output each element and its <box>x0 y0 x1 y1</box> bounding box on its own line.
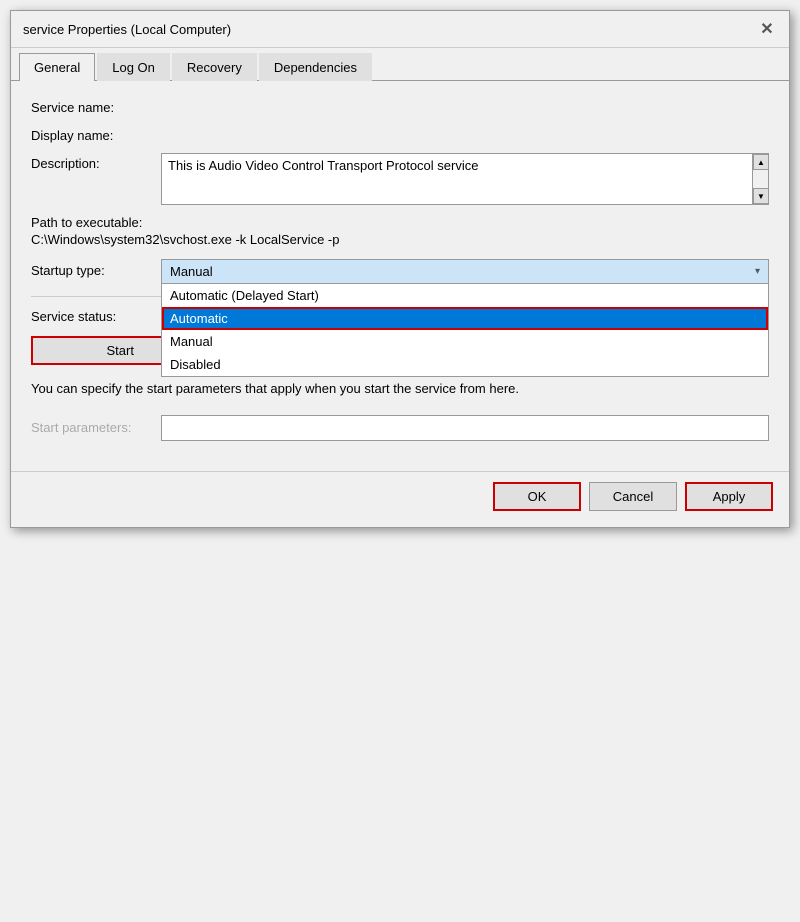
scroll-down-arrow[interactable]: ▼ <box>753 188 769 204</box>
description-label: Description: <box>31 153 161 171</box>
apply-button[interactable]: Apply <box>685 482 773 511</box>
option-manual[interactable]: Manual <box>162 330 768 353</box>
dropdown-selected-value[interactable]: Manual ▾ <box>161 259 769 284</box>
tab-general[interactable]: General <box>19 53 95 81</box>
start-params-row: Start parameters: <box>31 415 769 441</box>
title-bar: service Properties (Local Computer) ✕ <box>11 11 789 48</box>
start-params-label: Start parameters: <box>31 420 161 435</box>
tab-recovery[interactable]: Recovery <box>172 53 257 81</box>
tab-dependencies[interactable]: Dependencies <box>259 53 372 81</box>
tabs-container: General Log On Recovery Dependencies <box>11 52 789 81</box>
path-value: C:\Windows\system32\svchost.exe -k Local… <box>31 232 769 247</box>
startup-type-row: Startup type: Manual ▾ Automatic (Delaye… <box>31 259 769 284</box>
dialog-title: service Properties (Local Computer) <box>23 22 231 37</box>
info-text: You can specify the start parameters tha… <box>31 379 769 399</box>
close-button[interactable]: ✕ <box>757 19 777 39</box>
dropdown-arrow-icon: ▾ <box>755 266 760 277</box>
path-label: Path to executable: <box>31 215 769 230</box>
tab-logon[interactable]: Log On <box>97 53 170 81</box>
service-name-row: Service name: <box>31 97 769 115</box>
cancel-button[interactable]: Cancel <box>589 482 677 511</box>
path-section: Path to executable: C:\Windows\system32\… <box>31 215 769 247</box>
service-status-label: Service status: <box>31 309 161 324</box>
start-params-input[interactable] <box>161 415 769 441</box>
description-textbox[interactable]: This is Audio Video Control Transport Pr… <box>161 153 769 205</box>
option-disabled[interactable]: Disabled <box>162 353 768 376</box>
scroll-up-arrow[interactable]: ▲ <box>753 154 769 170</box>
description-scrollbar: ▲ ▼ <box>752 154 768 204</box>
description-row: Description: This is Audio Video Control… <box>31 153 769 205</box>
service-properties-dialog: service Properties (Local Computer) ✕ Ge… <box>10 10 790 528</box>
dialog-footer: OK Cancel Apply <box>11 471 789 527</box>
option-auto-delayed[interactable]: Automatic (Delayed Start) <box>162 284 768 307</box>
service-name-label: Service name: <box>31 97 161 115</box>
dropdown-options-list: Automatic (Delayed Start) Automatic Manu… <box>161 284 769 377</box>
option-automatic[interactable]: Automatic <box>162 307 768 330</box>
startup-type-dropdown[interactable]: Manual ▾ Automatic (Delayed Start) Autom… <box>161 259 769 284</box>
ok-button[interactable]: OK <box>493 482 581 511</box>
startup-type-label: Startup type: <box>31 259 161 278</box>
display-name-row: Display name: <box>31 125 769 143</box>
display-name-label: Display name: <box>31 125 161 143</box>
content-area: Service name: Display name: Description:… <box>11 81 789 471</box>
